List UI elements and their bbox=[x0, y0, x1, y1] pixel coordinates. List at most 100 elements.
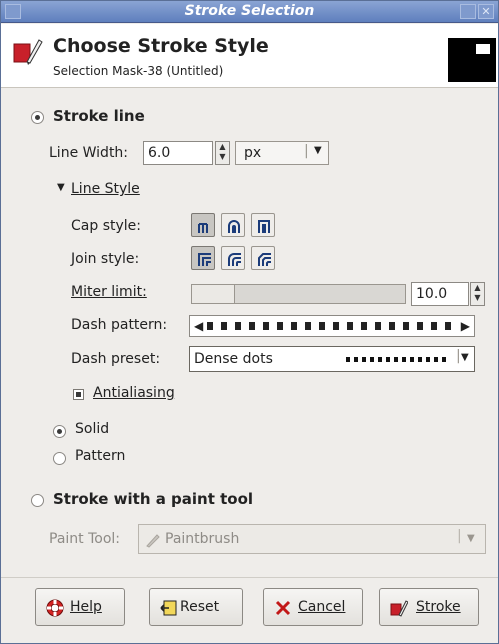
reset-label: Reset bbox=[180, 599, 220, 615]
dash-left-arrow-icon[interactable]: ◀ bbox=[194, 319, 203, 333]
dash-pattern-editor[interactable]: ◀ ▶ bbox=[189, 315, 475, 337]
antialiasing-checkbox[interactable] bbox=[73, 389, 84, 400]
preset-dot bbox=[442, 357, 446, 362]
dash-cell[interactable] bbox=[403, 322, 409, 330]
unit-select[interactable]: px | ▼ bbox=[235, 141, 329, 165]
line-width-label: Line Width: bbox=[49, 145, 129, 161]
miter-limit-spinner[interactable]: ▲ ▼ bbox=[470, 282, 485, 306]
help-label: Help bbox=[70, 599, 102, 615]
dash-cell[interactable] bbox=[346, 321, 354, 331]
paint-tool-separator: | bbox=[457, 528, 462, 544]
close-icon[interactable]: ✕ bbox=[478, 4, 494, 19]
join-miter-button[interactable] bbox=[191, 246, 215, 270]
preset-dot bbox=[402, 357, 406, 362]
solid-radio[interactable] bbox=[53, 425, 66, 438]
miter-limit-slider[interactable] bbox=[191, 284, 406, 304]
cap-square-button[interactable] bbox=[251, 213, 275, 237]
dash-cell[interactable] bbox=[332, 321, 340, 331]
stroke-button[interactable]: Stroke bbox=[379, 588, 479, 626]
unit-separator: | bbox=[304, 143, 309, 159]
dash-cell[interactable] bbox=[207, 322, 213, 330]
dash-cell[interactable] bbox=[318, 321, 326, 331]
expander-arrow-icon[interactable]: ▼ bbox=[57, 182, 65, 193]
line-width-spinner[interactable]: ▲ ▼ bbox=[215, 141, 230, 165]
stroke-icon bbox=[13, 39, 43, 65]
preset-dot bbox=[354, 357, 358, 362]
paint-tool-radio-label[interactable]: Stroke with a paint tool bbox=[53, 490, 253, 508]
line-width-value: 6.0 bbox=[148, 145, 171, 161]
join-style-label: Join style: bbox=[71, 251, 140, 267]
dash-cell[interactable] bbox=[445, 322, 451, 330]
dash-cells bbox=[207, 321, 459, 332]
dash-cell[interactable] bbox=[276, 321, 284, 331]
dialog-subtitle: Selection Mask-38 (Untitled) bbox=[53, 64, 224, 78]
preset-dot bbox=[378, 357, 382, 362]
stroke-label: Stroke bbox=[416, 599, 461, 615]
preset-dot bbox=[386, 357, 390, 362]
paint-tool-select[interactable]: Paintbrush | ▼ bbox=[138, 524, 486, 554]
dash-cell[interactable] bbox=[374, 321, 382, 331]
dash-preset-value: Dense dots bbox=[194, 351, 273, 367]
dash-cell[interactable] bbox=[263, 322, 269, 330]
stroke-line-label[interactable]: Stroke line bbox=[53, 107, 145, 125]
paintbrush-icon bbox=[146, 534, 160, 548]
solid-label[interactable]: Solid bbox=[75, 421, 109, 437]
cancel-label: Cancel bbox=[298, 599, 346, 615]
dash-right-arrow-icon[interactable]: ▶ bbox=[461, 319, 470, 333]
pattern-label[interactable]: Pattern bbox=[75, 448, 125, 464]
miter-limit-value: 10.0 bbox=[416, 286, 448, 302]
miter-limit-fill bbox=[192, 285, 235, 303]
chevron-down-icon: ▼ bbox=[461, 352, 469, 363]
dash-cell[interactable] bbox=[417, 322, 423, 330]
dialog-title: Choose Stroke Style bbox=[53, 35, 269, 57]
help-lifebuoy-icon bbox=[46, 599, 64, 617]
title-bar[interactable]: Stroke Selection ✕ bbox=[1, 1, 498, 23]
paint-tool-value: Paintbrush bbox=[165, 531, 240, 547]
miter-limit-label: Miter limit: bbox=[71, 284, 147, 300]
dash-cell[interactable] bbox=[431, 322, 437, 330]
antialiasing-label[interactable]: Antialiasing bbox=[93, 385, 175, 401]
preset-dot bbox=[346, 357, 350, 362]
maximize-icon[interactable] bbox=[460, 4, 476, 19]
cap-style-label: Cap style: bbox=[71, 218, 141, 234]
dash-pattern-label: Dash pattern: bbox=[71, 317, 168, 333]
join-bevel-button[interactable] bbox=[251, 246, 275, 270]
cap-butt-button[interactable] bbox=[191, 213, 215, 237]
dash-cell[interactable] bbox=[235, 322, 241, 330]
dialog-header: Choose Stroke Style Selection Mask-38 (U… bbox=[1, 24, 498, 88]
join-bevel-icon bbox=[258, 253, 271, 266]
help-button[interactable]: Help bbox=[35, 588, 125, 626]
line-style-expander[interactable]: Line Style bbox=[71, 181, 140, 197]
paint-tool-label: Paint Tool: bbox=[49, 531, 121, 547]
pattern-radio[interactable] bbox=[53, 452, 66, 465]
dash-cell[interactable] bbox=[221, 322, 227, 330]
preset-dot bbox=[418, 357, 422, 362]
preset-dot bbox=[370, 357, 374, 362]
preset-dot bbox=[362, 357, 366, 362]
dash-preset-label: Dash preset: bbox=[71, 351, 161, 367]
line-width-input[interactable]: 6.0 bbox=[143, 141, 213, 165]
dash-cell[interactable] bbox=[304, 321, 312, 331]
paint-tool-radio[interactable] bbox=[31, 494, 44, 507]
dash-preset-select[interactable]: Dense dots | ▼ bbox=[189, 346, 475, 372]
cap-butt-icon bbox=[198, 223, 208, 233]
dash-cell[interactable] bbox=[290, 321, 298, 331]
dash-cell[interactable] bbox=[360, 321, 368, 331]
dash-cell[interactable] bbox=[389, 322, 395, 330]
join-round-button[interactable] bbox=[221, 246, 245, 270]
dense-dots-preview bbox=[346, 357, 446, 362]
preset-dot bbox=[394, 357, 398, 362]
dash-cell[interactable] bbox=[249, 322, 255, 330]
chevron-down-icon: ▼ bbox=[467, 533, 475, 544]
miter-limit-input[interactable]: 10.0 bbox=[411, 282, 469, 306]
cap-round-icon bbox=[228, 220, 240, 233]
unit-value: px bbox=[244, 145, 262, 161]
cap-square-icon bbox=[258, 220, 270, 233]
reset-button[interactable]: Reset bbox=[149, 588, 243, 626]
selection-preview bbox=[448, 38, 496, 82]
stroke-line-radio[interactable] bbox=[31, 111, 44, 124]
cancel-button[interactable]: Cancel bbox=[263, 588, 363, 626]
cancel-x-icon bbox=[275, 600, 291, 616]
cap-round-button[interactable] bbox=[221, 213, 245, 237]
stroke-icon bbox=[390, 600, 408, 617]
